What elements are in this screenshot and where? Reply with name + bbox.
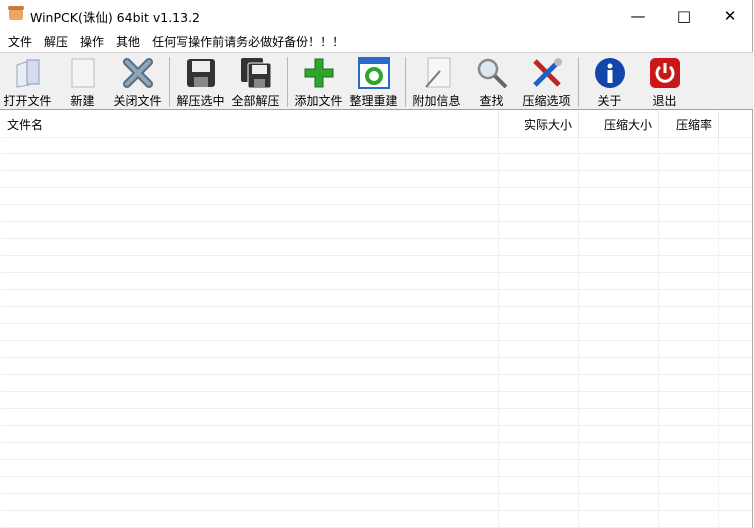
extract-selected-button[interactable]: 解压选中 [173, 53, 228, 109]
compression-options-button[interactable]: 压缩选项 [519, 53, 574, 109]
file-list[interactable]: 文件名 实际大小 压缩大小 压缩率 [1, 111, 752, 528]
toolbar-separator [405, 57, 406, 107]
compression-options-label: 压缩选项 [522, 94, 571, 108]
rebuild-button[interactable]: 整理重建 [346, 53, 401, 109]
add-file-label: 添加文件 [294, 94, 343, 108]
comment-label: 附加信息 [412, 94, 461, 108]
extract-selected-label: 解压选中 [176, 94, 225, 108]
close-file-button[interactable]: 关闭文件 [110, 53, 165, 109]
column-divider [718, 138, 719, 528]
rebuild-label: 整理重建 [349, 94, 398, 108]
extract-all-label: 全部解压 [231, 94, 280, 108]
add-file-icon [302, 56, 336, 90]
menu-extract[interactable]: 解压 [38, 33, 74, 50]
tools-icon [530, 56, 564, 90]
column-divider [498, 138, 499, 528]
about-button[interactable]: 关于 [582, 53, 637, 109]
window-title: WinPCK(诛仙) 64bit v1.13.2 [30, 10, 201, 25]
column-divider [578, 138, 579, 528]
column-header-compressed-size[interactable]: 压缩大小 [579, 111, 659, 138]
close-button[interactable]: ✕ [707, 0, 753, 31]
rebuild-icon [357, 56, 391, 90]
column-header-actual-size[interactable]: 实际大小 [499, 111, 579, 138]
app-icon [8, 6, 24, 20]
search-icon [475, 56, 509, 90]
menu-file[interactable]: 文件 [2, 33, 38, 50]
open-file-icon [11, 56, 45, 90]
menu-operate[interactable]: 操作 [74, 33, 110, 50]
extract-all-icon [239, 56, 273, 90]
menu-backup-warning[interactable]: 任何写操作前请务必做好备份！！！ [146, 33, 350, 50]
close-file-label: 关闭文件 [113, 94, 162, 108]
search-button[interactable]: 查找 [464, 53, 519, 109]
column-header-filename[interactable]: 文件名 [1, 111, 499, 138]
extract-all-button[interactable]: 全部解压 [228, 53, 283, 109]
toolbar-separator [169, 57, 170, 107]
toolbar: 打开文件 新建 关闭文件 解压选中 全部解压 添加文件 整理重建 附加信息 查找… [0, 52, 753, 110]
exit-button[interactable]: 退出 [637, 53, 692, 109]
app-window: WinPCK(诛仙) 64bit v1.13.2 — □ ✕ 文件 解压 操作 … [0, 0, 753, 528]
maximize-button[interactable]: □ [661, 0, 707, 31]
open-file-button[interactable]: 打开文件 [0, 53, 55, 109]
toolbar-separator [578, 57, 579, 107]
new-button[interactable]: 新建 [55, 53, 110, 109]
comment-button[interactable]: 附加信息 [409, 53, 464, 109]
list-header: 文件名 实际大小 压缩大小 压缩率 [1, 111, 752, 138]
add-file-button[interactable]: 添加文件 [291, 53, 346, 109]
about-label: 关于 [597, 94, 622, 108]
title-bar: WinPCK(诛仙) 64bit v1.13.2 — □ ✕ [0, 0, 752, 31]
open-file-label: 打开文件 [3, 94, 52, 108]
menu-other[interactable]: 其他 [110, 33, 146, 50]
column-divider [658, 138, 659, 528]
search-label: 查找 [479, 94, 504, 108]
extract-selected-icon [184, 56, 218, 90]
new-label: 新建 [70, 94, 95, 108]
exit-label: 退出 [652, 94, 677, 108]
comment-icon [420, 56, 454, 90]
new-file-icon [66, 56, 100, 90]
menu-bar: 文件 解压 操作 其他 任何写操作前请务必做好备份！！！ [0, 31, 752, 51]
toolbar-separator [287, 57, 288, 107]
power-icon [648, 56, 682, 90]
close-file-icon [121, 56, 155, 90]
minimize-button[interactable]: — [615, 0, 661, 31]
column-header-ratio[interactable]: 压缩率 [659, 111, 719, 138]
info-icon [593, 56, 627, 90]
